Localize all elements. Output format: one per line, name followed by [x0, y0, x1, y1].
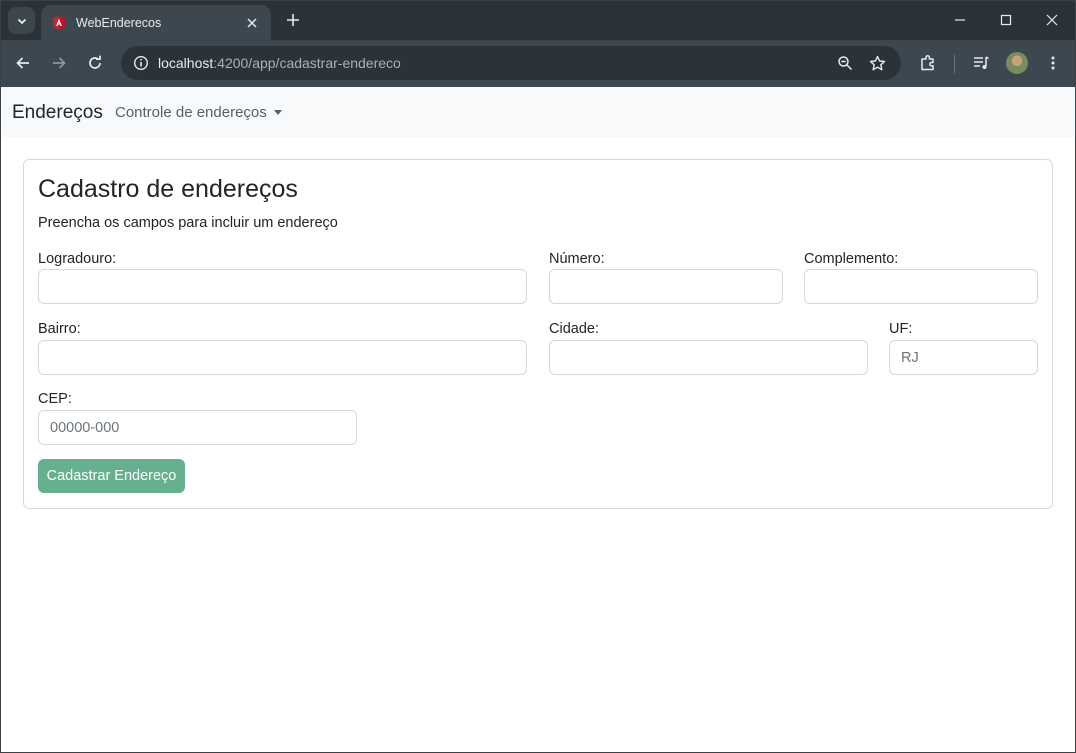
url-host: localhost	[158, 55, 214, 71]
reload-icon[interactable]	[83, 51, 107, 75]
site-info-icon[interactable]	[129, 51, 153, 75]
url-path: :4200/app/cadastrar-endereco	[213, 55, 401, 71]
uf-input[interactable]	[889, 340, 1038, 375]
navbar-brand[interactable]: Endereços	[12, 102, 103, 124]
back-icon[interactable]	[11, 51, 35, 75]
complemento-label: Complemento:	[804, 251, 899, 267]
uf-label: UF:	[889, 321, 913, 337]
menu-dots-icon[interactable]	[1041, 51, 1065, 75]
plus-icon[interactable]	[283, 10, 303, 30]
cep-input[interactable]	[38, 410, 357, 445]
nav-dropdown-controle[interactable]: Controle de endereços	[115, 104, 282, 121]
angular-favicon-icon	[51, 15, 67, 31]
numero-label: Número:	[549, 251, 605, 267]
numero-input[interactable]	[549, 269, 783, 304]
logradouro-label: Logradouro:	[38, 251, 117, 267]
bairro-label: Bairro:	[38, 321, 81, 337]
address-form-card: Cadastro de endereços Preencha os campos…	[23, 159, 1053, 509]
url-text[interactable]: localhost:4200/app/cadastrar-endereco	[158, 55, 401, 71]
maximize-icon[interactable]	[994, 8, 1018, 32]
logradouro-input[interactable]	[38, 269, 527, 304]
app-navbar: Endereços Controle de endereços	[0, 87, 1076, 137]
bairro-input[interactable]	[38, 340, 527, 375]
tab-search-icon[interactable]	[8, 7, 35, 34]
cidade-input[interactable]	[549, 340, 868, 375]
minimize-icon[interactable]	[948, 8, 972, 32]
zoom-icon[interactable]	[834, 52, 856, 74]
window-close-icon[interactable]	[1040, 8, 1064, 32]
address-bar[interactable]: localhost:4200/app/cadastrar-endereco	[121, 46, 901, 80]
page-subtitle: Preencha os campos para incluir um ender…	[38, 215, 338, 231]
caret-down-icon	[273, 110, 282, 115]
cep-label: CEP:	[38, 391, 72, 407]
tab-title: WebEnderecos	[76, 15, 162, 30]
nav-dropdown-label: Controle de endereços	[115, 104, 267, 121]
bookmark-star-icon[interactable]	[866, 52, 888, 74]
browser-tabstrip: WebEnderecos	[0, 0, 1076, 40]
profile-avatar[interactable]	[1006, 52, 1028, 74]
page-title: Cadastro de endereços	[38, 175, 298, 203]
cadastrar-endereco-button[interactable]: Cadastrar Endereço	[38, 459, 185, 493]
complemento-input[interactable]	[804, 269, 1038, 304]
forward-icon[interactable]	[47, 51, 71, 75]
browser-toolbar: localhost:4200/app/cadastrar-endereco	[0, 40, 1076, 87]
cidade-label: Cidade:	[549, 321, 599, 337]
browser-tab[interactable]: WebEnderecos	[41, 5, 271, 40]
close-icon[interactable]	[243, 14, 261, 32]
extensions-icon[interactable]	[916, 51, 940, 75]
toolbar-separator	[954, 55, 955, 73]
media-queue-icon[interactable]	[969, 51, 993, 75]
